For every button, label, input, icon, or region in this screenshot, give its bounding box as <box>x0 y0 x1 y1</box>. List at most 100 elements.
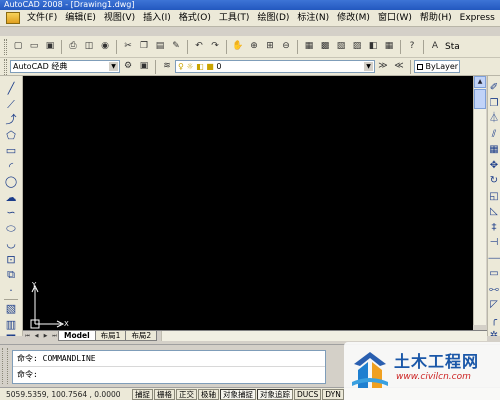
sheet-set-icon[interactable]: ▨ <box>350 40 364 54</box>
arc-icon[interactable]: ◜ <box>3 159 19 175</box>
polygon-icon[interactable]: ⬠ <box>3 128 19 144</box>
pan-icon[interactable]: ✋ <box>231 40 245 54</box>
dyn-toggle[interactable]: DYN <box>322 388 344 400</box>
menu-draw[interactable]: 绘图(D) <box>253 10 293 26</box>
make-object-layer-current-icon[interactable]: ≫ <box>376 60 390 74</box>
break-at-point-icon[interactable]: ⸺ <box>488 251 500 267</box>
join-icon[interactable]: ⧟ <box>488 282 500 298</box>
layer-previous-icon[interactable]: ≪ <box>392 60 406 74</box>
save-workspace-icon[interactable]: ▣ <box>137 60 151 74</box>
tab-layout2[interactable]: 布局2 <box>125 331 158 341</box>
move-icon[interactable]: ✥ <box>488 158 500 174</box>
extend-icon[interactable]: ⊣ <box>488 235 500 251</box>
help-icon[interactable]: ? <box>405 40 419 54</box>
menu-tools[interactable]: 工具(T) <box>215 10 254 26</box>
publish-icon[interactable]: ◉ <box>98 40 112 54</box>
copy-object-icon[interactable]: ❐ <box>488 96 500 112</box>
array-icon[interactable]: ▦ <box>488 142 500 158</box>
menu-dimension[interactable]: 标注(N) <box>293 10 333 26</box>
undo-icon[interactable]: ↶ <box>192 40 206 54</box>
menu-modify[interactable]: 修改(M) <box>333 10 374 26</box>
otrack-toggle[interactable]: 对象追踪 <box>257 388 293 400</box>
construction-line-icon[interactable]: ⟋ <box>3 97 19 113</box>
tab-next-icon[interactable]: ▶ <box>41 331 50 341</box>
stretch-icon[interactable]: ◺ <box>488 204 500 220</box>
gradient-icon[interactable]: ▥ <box>3 317 19 333</box>
zoom-previous-icon[interactable]: ⊖ <box>279 40 293 54</box>
open-icon[interactable]: ▭ <box>27 40 41 54</box>
tab-prev-icon[interactable]: ◀ <box>32 331 41 341</box>
design-center-icon[interactable]: ▩ <box>318 40 332 54</box>
ellipse-icon[interactable]: ⬭ <box>3 221 19 237</box>
command-window-grip[interactable] <box>2 348 8 384</box>
menu-express[interactable]: Express <box>456 10 499 26</box>
snap-toggle[interactable]: 捕捉 <box>132 388 153 400</box>
explode-icon[interactable]: ✲ <box>488 328 500 336</box>
menu-edit[interactable]: 编辑(E) <box>61 10 100 26</box>
fillet-icon[interactable]: ╭ <box>488 313 500 329</box>
menu-window[interactable]: 窗口(W) <box>374 10 416 26</box>
workspace-select[interactable]: AutoCAD 经典 ▼ <box>10 60 120 73</box>
ellipse-arc-icon[interactable]: ◡ <box>3 236 19 252</box>
application-icon[interactable] <box>6 12 20 24</box>
print-preview-icon[interactable]: ◫ <box>82 40 96 54</box>
break-icon[interactable]: ▭ <box>488 266 500 282</box>
grid-toggle[interactable]: 栅格 <box>154 388 175 400</box>
scroll-up-icon[interactable]: ▲ <box>474 76 486 88</box>
polar-toggle[interactable]: 极轴 <box>198 388 219 400</box>
line-icon[interactable]: ╱ <box>3 81 19 97</box>
horizontal-scrollbar[interactable] <box>161 331 487 341</box>
redo-icon[interactable]: ↷ <box>208 40 222 54</box>
color-select[interactable]: ByLayer <box>414 60 460 73</box>
calculator-icon[interactable]: ▦ <box>382 40 396 54</box>
point-icon[interactable]: · <box>3 283 19 299</box>
command-line[interactable]: 命令: COMMANDLINE 命令: <box>12 350 326 384</box>
mirror-icon[interactable]: ⏃ <box>488 111 500 127</box>
circle-icon[interactable]: ◯ <box>3 174 19 190</box>
zoom-realtime-icon[interactable]: ⊕ <box>247 40 261 54</box>
layer-select[interactable]: ♀ ☼ ◧ ■ 0 ▼ <box>175 60 375 73</box>
tab-first-icon[interactable]: ⏮ <box>23 331 32 341</box>
offset-icon[interactable]: ⫽ <box>488 127 500 143</box>
polyline-icon[interactable]: ⤴ <box>3 112 19 128</box>
region-icon[interactable]: ◙ <box>3 332 19 336</box>
insert-block-icon[interactable]: ⊡ <box>3 252 19 268</box>
drawing-canvas[interactable]: Y X <box>23 76 473 330</box>
coordinate-readout[interactable]: 5059.5359, 100.7564 , 0.0000 <box>0 390 132 399</box>
tab-model[interactable]: Model <box>58 331 96 341</box>
workspace-settings-icon[interactable]: ⚙ <box>121 60 135 74</box>
tool-palettes-icon[interactable]: ▧ <box>334 40 348 54</box>
scale-icon[interactable]: ◱ <box>488 189 500 205</box>
match-properties-icon[interactable]: ✎ <box>169 40 183 54</box>
print-icon[interactable]: ⎙ <box>66 40 80 54</box>
chevron-down-icon[interactable]: ▼ <box>109 62 118 71</box>
menu-view[interactable]: 视图(V) <box>100 10 139 26</box>
chamfer-icon[interactable]: ◸ <box>488 297 500 313</box>
markup-icon[interactable]: ◧ <box>366 40 380 54</box>
toolbar-grip[interactable] <box>4 38 7 55</box>
osnap-toggle[interactable]: 对象捕捉 <box>220 388 256 400</box>
trim-icon[interactable]: ‡ <box>488 220 500 236</box>
menu-insert[interactable]: 插入(I) <box>139 10 175 26</box>
vertical-scrollbar[interactable]: ▲ <box>473 76 486 325</box>
command-prompt[interactable]: 命令: <box>13 366 325 381</box>
tab-layout1[interactable]: 布局1 <box>94 331 127 341</box>
erase-icon[interactable]: ✐ <box>488 80 500 96</box>
menu-file[interactable]: 文件(F) <box>23 10 61 26</box>
toolbar-grip[interactable] <box>4 58 7 75</box>
ducs-toggle[interactable]: DUCS <box>294 388 322 400</box>
ortho-toggle[interactable]: 正交 <box>176 388 197 400</box>
chevron-down-icon[interactable]: ▼ <box>364 62 373 71</box>
save-icon[interactable]: ▣ <box>43 40 57 54</box>
layer-manager-icon[interactable]: ≋ <box>160 60 174 74</box>
copy-icon[interactable]: ❐ <box>137 40 151 54</box>
revision-cloud-icon[interactable]: ☁ <box>3 190 19 206</box>
rotate-icon[interactable]: ↻ <box>488 173 500 189</box>
rectangle-icon[interactable]: ▭ <box>3 143 19 159</box>
paste-icon[interactable]: ▤ <box>153 40 167 54</box>
text-style-icon[interactable]: A <box>428 40 442 54</box>
properties-icon[interactable]: ▦ <box>302 40 316 54</box>
spline-icon[interactable]: ∽ <box>3 205 19 221</box>
menu-format[interactable]: 格式(O) <box>175 10 215 26</box>
zoom-window-icon[interactable]: ⊞ <box>263 40 277 54</box>
